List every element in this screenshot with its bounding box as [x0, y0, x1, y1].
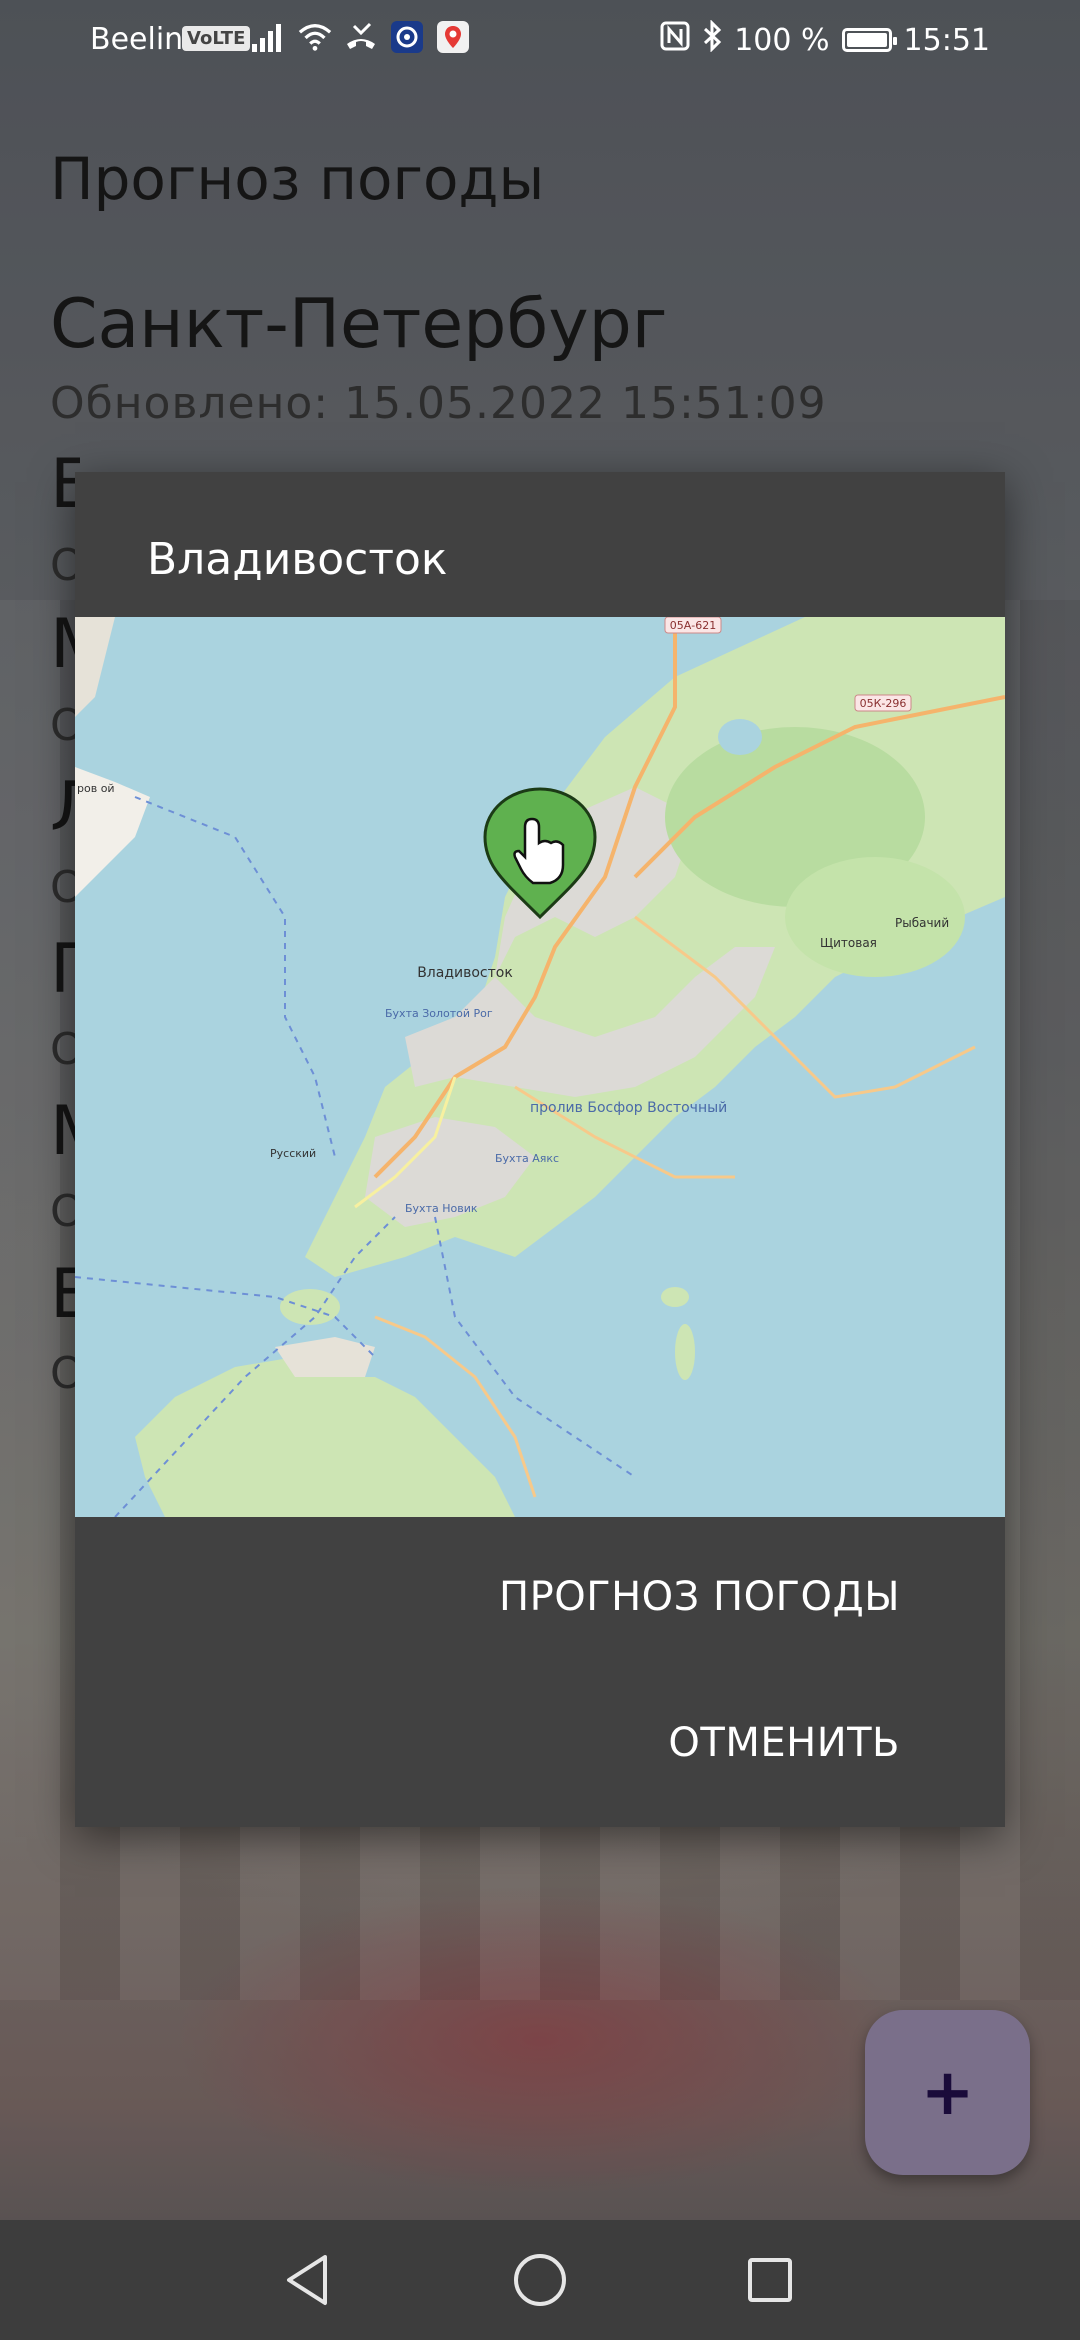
city-dialog: Владивосток 05А-621 05К-296 Владивосток … — [75, 472, 1005, 1827]
road-label-1: 05А-621 — [670, 619, 717, 632]
updated-timestamp: Обновлено: 15.05.2022 15:51:09 — [50, 378, 827, 429]
cancel-button[interactable]: ОТМЕНИТЬ — [668, 1720, 900, 1766]
battery-percent: 100 % — [734, 22, 830, 58]
maps-app-icon — [436, 20, 470, 54]
battery-icon — [841, 28, 897, 52]
status-bar: Beeline VoLTE 100 % 15:51 — [0, 0, 1080, 80]
map-label-island-left: ров ой — [77, 782, 115, 795]
map-label-bay-ayaks: Бухта Аякс — [495, 1152, 559, 1165]
shield-app-icon — [390, 20, 424, 54]
city-name[interactable]: Санкт-Петербург — [50, 285, 667, 364]
nfc-icon — [660, 21, 690, 59]
map-city-label: Владивосток — [417, 965, 513, 981]
map-label-bay-novik: Бухта Новик — [405, 1202, 478, 1215]
bluetooth-icon — [702, 19, 722, 60]
navigation-bar — [0, 2220, 1080, 2340]
back-icon[interactable] — [278, 2250, 338, 2310]
recents-icon[interactable] — [740, 2250, 800, 2310]
map-label-strait: пролив Босфор Восточный — [530, 1100, 727, 1116]
map-view[interactable]: 05А-621 05К-296 Владивосток Рыбачий Щито… — [75, 617, 1005, 1517]
dialog-title: Владивосток — [147, 534, 448, 585]
road-label-2: 05К-296 — [860, 697, 907, 710]
page-title: Прогноз погоды — [50, 145, 545, 213]
clock: 15:51 — [903, 22, 990, 58]
add-icon: + — [920, 2055, 975, 2130]
status-icons — [252, 20, 470, 54]
map-canvas[interactable]: 05А-621 05К-296 Владивосток Рыбачий Щито… — [75, 617, 1005, 1517]
map-label-rybachiy: Рыбачий — [895, 916, 949, 930]
map-label-shchitovaya: Щитовая — [820, 936, 877, 950]
forecast-button[interactable]: ПРОГНОЗ ПОГОДЫ — [499, 1574, 900, 1620]
wifi-icon — [298, 20, 332, 54]
signal-icon — [252, 20, 286, 54]
home-icon[interactable] — [510, 2250, 570, 2310]
map-label-bay-zolotoy: Бухта Золотой Рог — [385, 1007, 493, 1020]
volte-badge: VoLTE — [182, 26, 251, 51]
add-city-button[interactable]: + — [865, 2010, 1030, 2175]
status-right: 100 % 15:51 — [660, 19, 990, 60]
missed-call-icon — [344, 20, 378, 54]
map-label-russkiy: Русский — [270, 1147, 316, 1160]
